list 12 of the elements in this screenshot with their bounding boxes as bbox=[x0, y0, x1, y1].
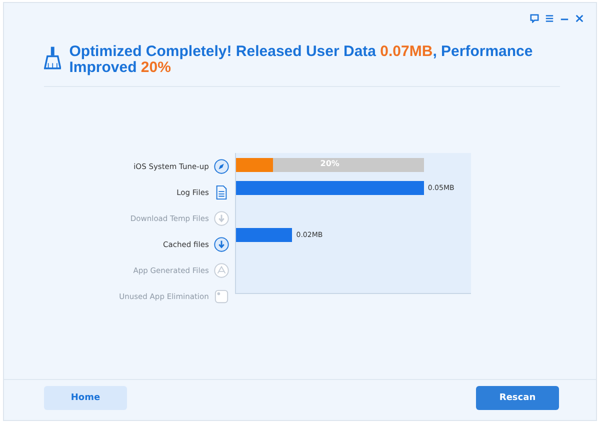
document-icon bbox=[214, 184, 229, 200]
app-square-icon bbox=[214, 288, 229, 304]
download-icon bbox=[214, 236, 229, 252]
menu-icon[interactable] bbox=[545, 14, 554, 23]
result-heading: Optimized Completely! Released User Data 0.07MB, Performance Improved 20% bbox=[69, 44, 534, 76]
close-icon[interactable] bbox=[575, 14, 584, 23]
home-button[interactable]: Home bbox=[44, 386, 127, 410]
download-icon bbox=[214, 210, 229, 226]
app-store-icon bbox=[214, 262, 229, 278]
broom-icon bbox=[44, 44, 62, 72]
chat-icon[interactable] bbox=[530, 14, 539, 23]
rescan-button[interactable]: Rescan bbox=[476, 386, 559, 410]
